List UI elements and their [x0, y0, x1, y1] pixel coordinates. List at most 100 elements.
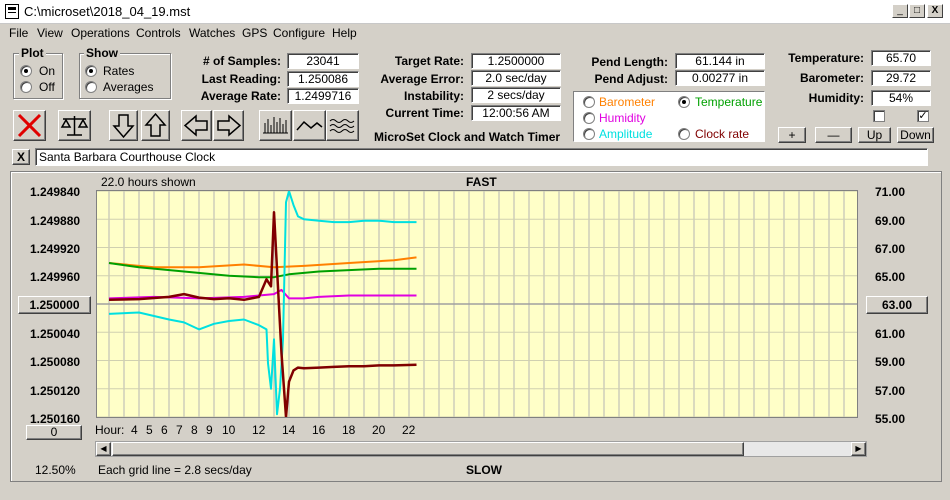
plus-button[interactable]: + [778, 127, 806, 143]
zero-button[interactable]: 0 [26, 425, 82, 440]
scroll-left-icon[interactable]: ◀ [96, 442, 111, 456]
humidity-label: Humidity: [808, 91, 864, 105]
menu-controls[interactable]: Controls [136, 26, 181, 40]
scroll-right-icon[interactable]: ▶ [851, 442, 866, 456]
temperature-option-label: Temperature [695, 95, 763, 109]
arrow-down-icon[interactable] [109, 110, 138, 141]
pend-adjust-label: Pend Adjust: [594, 72, 668, 86]
right-tick-label: 69.00 [875, 214, 906, 228]
right-scale-button[interactable]: 63.00 [866, 296, 928, 314]
series-line-amplitude [108, 190, 417, 416]
up-button[interactable]: Up [858, 127, 891, 143]
stop-icon[interactable] [13, 110, 46, 141]
minimize-button[interactable]: _ [892, 4, 908, 18]
instability-label: Instability: [403, 89, 464, 103]
right-tick-label: 65.00 [875, 270, 906, 284]
arrow-left-icon[interactable] [181, 110, 212, 141]
x-tick-label: 10 [222, 423, 236, 437]
menu-watches[interactable]: Watches [189, 26, 235, 40]
menu-help[interactable]: Help [332, 26, 357, 40]
show-group-title: Show [84, 46, 120, 60]
slow-label: SLOW [466, 463, 502, 477]
option-checkbox-1[interactable] [873, 110, 885, 122]
menu-view[interactable]: View [37, 26, 63, 40]
app-subtitle: MicroSet Clock and Watch Timer [374, 130, 561, 144]
arrow-up-icon[interactable] [141, 110, 170, 141]
x-tick-label: 20 [372, 423, 386, 437]
target-rate-label: Target Rate: [394, 54, 464, 68]
arrow-right-icon[interactable] [213, 110, 244, 141]
maximize-button[interactable]: □ [909, 4, 925, 18]
rate-chart [97, 190, 857, 419]
down-button[interactable]: Down [897, 127, 934, 143]
menu-configure[interactable]: Configure [273, 26, 325, 40]
barometer-option-label: Barometer [599, 95, 656, 109]
x-tick-label: 16 [312, 423, 326, 437]
x-tick-label: 4 [131, 423, 138, 437]
temperature-label: Temperature: [788, 51, 864, 65]
plot-off-radio[interactable] [20, 81, 32, 93]
average-error-label: Average Error: [380, 72, 464, 86]
line-graph-icon[interactable] [293, 110, 326, 141]
average-rate-value: 1.2499716 [287, 88, 359, 104]
plot-on-radio[interactable] [20, 65, 32, 77]
plot-group-title: Plot [19, 46, 46, 60]
menu-gps[interactable]: GPS [242, 26, 267, 40]
series-line-clock-rate [108, 210, 417, 419]
close-button[interactable]: X [927, 4, 943, 18]
show-averages-radio[interactable] [85, 81, 97, 93]
samples-label: # of Samples: [202, 54, 281, 68]
temperature-radio[interactable] [678, 96, 690, 108]
humidity-value: 54% [871, 90, 931, 106]
minus-button[interactable]: — [815, 127, 852, 143]
last-reading-value: 1.250086 [287, 71, 359, 87]
wave-graph-icon[interactable] [326, 110, 359, 141]
series-line-temperature [108, 262, 417, 279]
left-tick-label: 1.250040 [30, 327, 81, 341]
x-tick-label: 8 [191, 423, 198, 437]
left-tick-label: 1.249840 [30, 185, 81, 199]
right-tick-label: 59.00 [875, 355, 906, 369]
app-icon[interactable] [5, 4, 19, 19]
barometer-radio[interactable] [583, 96, 595, 108]
center-rate-button[interactable]: 1.250000 [18, 296, 91, 314]
menu-file[interactable]: File [9, 26, 28, 40]
amplitude-radio[interactable] [583, 128, 595, 140]
option-checkbox-2[interactable]: ✓ [917, 110, 929, 122]
average-rate-label: Average Rate: [200, 89, 281, 103]
scroll-thumb[interactable] [112, 442, 744, 456]
last-reading-label: Last Reading: [201, 72, 281, 86]
instability-value: 2 secs/day [471, 87, 561, 103]
humidity-option-label: Humidity [599, 111, 646, 125]
average-error-value: 2.0 sec/day [471, 70, 561, 86]
x-tick-label: 9 [206, 423, 213, 437]
plot-off-label: Off [39, 80, 55, 94]
hours-shown-label: 22.0 hours shown [101, 175, 196, 189]
target-rate-value[interactable]: 1.2500000 [471, 53, 561, 69]
fast-label: FAST [466, 175, 497, 189]
barometer-label: Barometer: [799, 71, 864, 85]
show-averages-label: Averages [103, 80, 154, 94]
window-title: C:\microset\2018_04_19.mst [24, 4, 191, 19]
current-time-label: Current Time: [385, 106, 464, 120]
clock-name-input[interactable]: Santa Barbara Courthouse Clock [35, 148, 928, 166]
show-rates-radio[interactable] [85, 65, 97, 77]
hour-axis-label: Hour: [95, 423, 125, 437]
left-tick-label: 1.249880 [30, 214, 81, 228]
current-time-value: 12:00:56 AM [471, 105, 561, 121]
right-tick-label: 71.00 [875, 185, 906, 199]
pend-adjust-value: 0.00277 in [675, 70, 765, 86]
bar-graph-icon[interactable] [259, 110, 292, 141]
pend-length-value[interactable]: 61.144 in [675, 53, 765, 69]
time-scrollbar[interactable]: ◀ ▶ [95, 441, 867, 457]
menu-operations[interactable]: Operations [71, 26, 130, 40]
plot-on-label: On [39, 64, 56, 78]
left-tick-label: 1.250120 [30, 384, 81, 398]
remove-clock-button[interactable]: X [12, 149, 30, 165]
clock-rate-radio[interactable] [678, 128, 690, 140]
balance-scale-icon[interactable] [58, 110, 91, 141]
pend-length-label: Pend Length: [591, 55, 668, 69]
temperature-value: 65.70 [871, 50, 931, 66]
humidity-radio[interactable] [583, 112, 595, 124]
amplitude-option-label: Amplitude [599, 127, 653, 141]
